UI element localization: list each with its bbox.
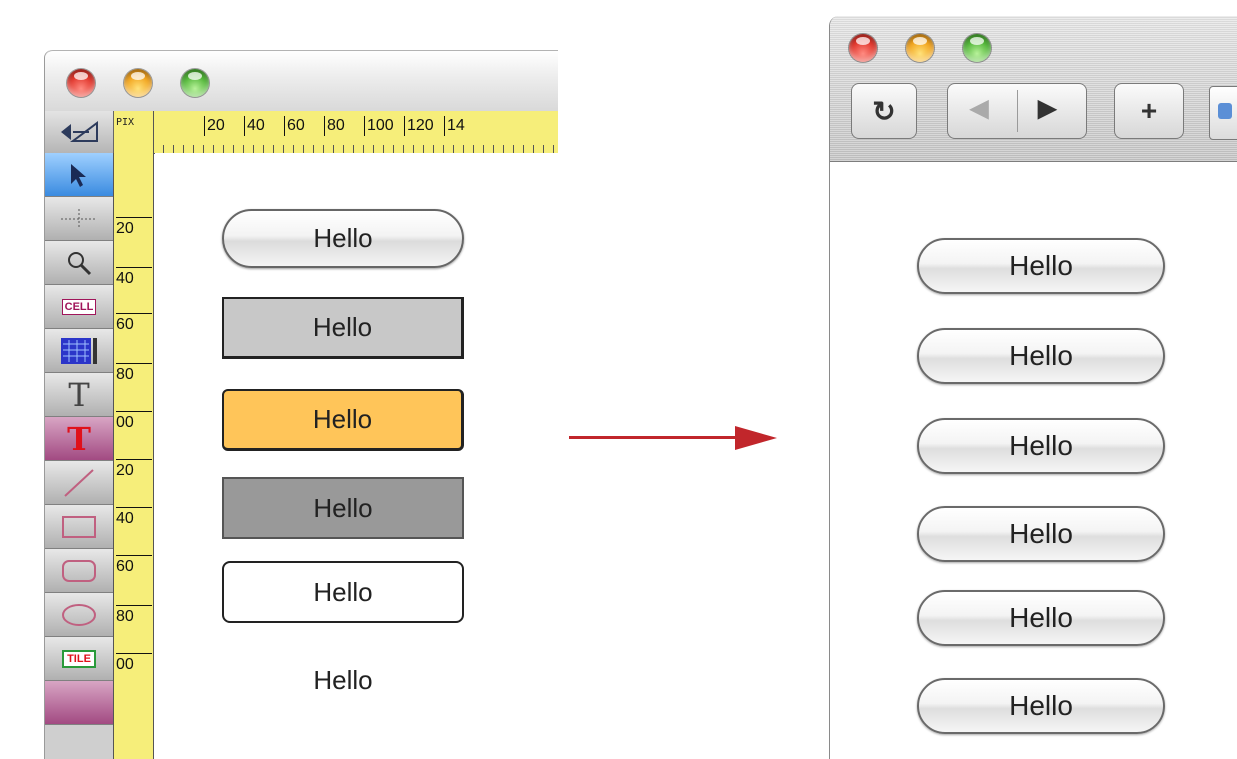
hello-button[interactable]: Hello (917, 418, 1165, 474)
rich-text-tool[interactable]: T (45, 417, 113, 461)
grid-sheet-icon (61, 337, 97, 364)
tile-label: TILE (62, 649, 96, 668)
ruler-tick-label: 40 (244, 116, 265, 136)
ruler-triangle-icon (61, 121, 98, 142)
hello-button[interactable]: Hello (917, 238, 1165, 294)
cell-label: CELL (61, 298, 97, 315)
minimize-button[interactable] (124, 69, 152, 97)
ruler-tick-label: 00 (116, 411, 152, 434)
plain-text-button[interactable]: Hello (222, 649, 464, 711)
design-window: PIX 20 40 60 80 100 120 14 CELL T T TILE… (44, 50, 558, 759)
segment-divider (1017, 90, 1018, 132)
ruler-tick-label: 120 (404, 116, 434, 136)
site-icon[interactable] (1209, 86, 1237, 140)
ruler-toggle-tool[interactable] (45, 111, 114, 153)
horizontal-ruler-bar: PIX 20 40 60 80 100 120 14 (45, 111, 558, 154)
line-tool[interactable] (45, 461, 113, 505)
arrow-pointer-icon (71, 163, 86, 187)
crosshair-icon (61, 208, 97, 229)
ruler-tick-label: 14 (444, 116, 465, 136)
tool-palette: CELL T T TILE (45, 153, 114, 759)
browser-toolbar: ↻ ◀ ▶ + (830, 16, 1237, 162)
forward-icon[interactable]: ▶ (1038, 94, 1056, 123)
rectangle-icon (62, 515, 96, 538)
browser-window: ↻ ◀ ▶ + Hello Hello Hello Hello Hello He… (829, 16, 1237, 759)
rounded-rectangle-tool[interactable] (45, 549, 113, 593)
cell-tool[interactable]: CELL (45, 285, 113, 329)
horizontal-ruler: 20 40 60 80 100 120 14 (154, 111, 558, 153)
extra-tool[interactable] (45, 681, 113, 725)
tile-tool[interactable]: TILE (45, 637, 113, 681)
rounded-rectangle-icon (62, 559, 96, 582)
transform-arrow-head (735, 426, 777, 450)
rich-text-glyph: T (67, 419, 91, 458)
back-icon[interactable]: ◀ (970, 94, 988, 123)
reload-icon: ↻ (872, 95, 896, 127)
ruler-tick-label: 40 (116, 267, 152, 290)
ruler-tick-label: 80 (324, 116, 345, 136)
hello-button[interactable]: Hello (917, 506, 1165, 562)
magnifier-icon (68, 251, 92, 275)
text-tool-glyph: T (68, 375, 90, 414)
line-icon (64, 468, 94, 497)
plus-icon: + (1140, 95, 1158, 126)
close-button[interactable] (849, 34, 877, 62)
magnify-tool[interactable] (45, 241, 113, 285)
transform-arrow (569, 436, 739, 439)
ruler-unit-label[interactable]: PIX (114, 111, 154, 153)
gray-button[interactable]: Hello (222, 297, 464, 359)
ruler-tick-label: 60 (116, 313, 152, 336)
zoom-button[interactable] (963, 34, 991, 62)
reload-button[interactable]: ↻ (851, 83, 917, 139)
title-bar (45, 50, 558, 111)
add-bookmark-button[interactable]: + (1114, 83, 1184, 139)
data-sheet-tool[interactable] (45, 329, 113, 373)
rectangle-tool[interactable] (45, 505, 113, 549)
zoom-button[interactable] (181, 69, 209, 97)
page-content: Hello Hello Hello Hello Hello Hello (830, 162, 1237, 759)
ruler-tick-label: 20 (204, 116, 225, 136)
dark-gray-button[interactable]: Hello (222, 477, 464, 539)
ruler-tick-label: 100 (364, 116, 394, 136)
white-button[interactable]: Hello (222, 561, 464, 623)
vertical-ruler: 20 40 60 80 00 20 40 60 80 00 (114, 153, 154, 759)
hello-button[interactable]: Hello (917, 590, 1165, 646)
orange-button[interactable]: Hello (222, 389, 464, 451)
text-tool[interactable]: T (45, 373, 113, 417)
oval-icon (62, 603, 96, 626)
rounded-button[interactable]: Hello (222, 209, 464, 268)
ruler-tick-label: 80 (116, 605, 152, 628)
oval-tool[interactable] (45, 593, 113, 637)
ruler-tick-label: 80 (116, 363, 152, 386)
hello-button[interactable]: Hello (917, 328, 1165, 384)
ruler-tick-label: 60 (284, 116, 305, 136)
design-canvas[interactable]: Hello Hello Hello Hello Hello Hello (155, 153, 558, 759)
minimize-button[interactable] (906, 34, 934, 62)
ruler-tick-label: 20 (116, 459, 152, 482)
ruler-tick-label: 40 (116, 507, 152, 530)
crosshair-tool[interactable] (45, 197, 113, 241)
ruler-tick-label: 20 (116, 217, 152, 240)
ruler-tick-label: 00 (116, 653, 152, 676)
hello-button[interactable]: Hello (917, 678, 1165, 734)
close-button[interactable] (67, 69, 95, 97)
pointer-tool[interactable] (45, 153, 113, 197)
back-forward-control[interactable]: ◀ ▶ (947, 83, 1087, 139)
ruler-tick-label: 60 (116, 555, 152, 578)
